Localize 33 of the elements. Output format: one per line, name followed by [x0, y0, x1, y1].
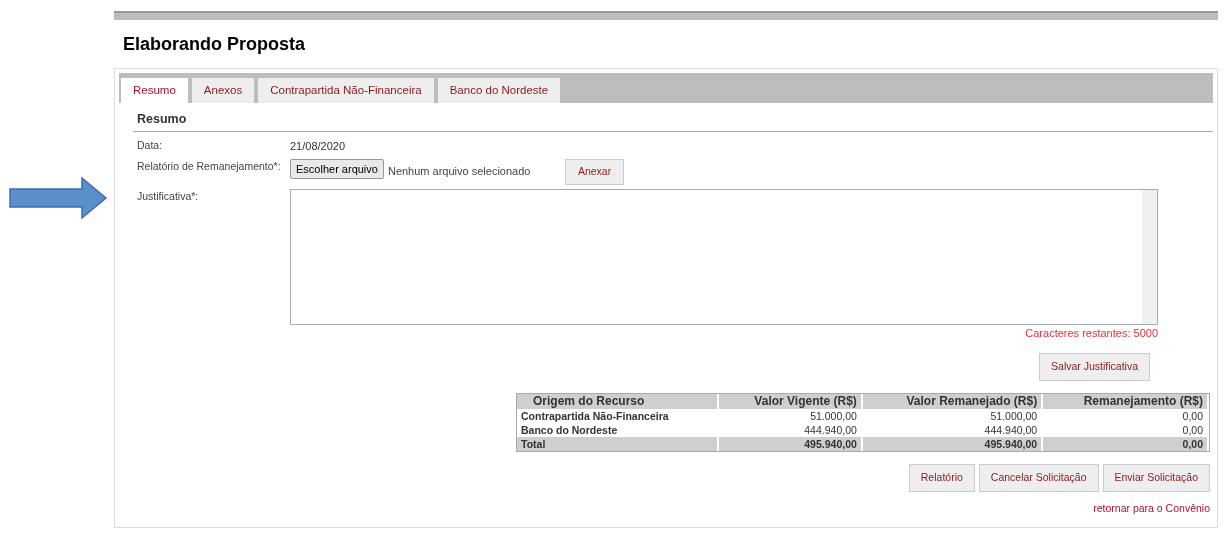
tab[interactable]: Resumo: [121, 77, 188, 103]
table-cell: 495.940,00: [717, 436, 862, 451]
column-header: Valor Vigente (R$): [717, 393, 862, 409]
section-title: Resumo: [137, 110, 188, 128]
tab[interactable]: Contrapartida Não-Financeira: [258, 77, 434, 103]
save-justification-button[interactable]: Salvar Justificativa: [1039, 353, 1150, 381]
table-cell: 0,00: [1042, 408, 1208, 423]
action-button[interactable]: Enviar Solicitação: [1102, 463, 1210, 492]
action-button[interactable]: Relatório: [908, 463, 975, 492]
table-cell: Contrapartida Não-Financeira: [517, 408, 718, 423]
field-label: Relatório de Remanejamento*:: [137, 158, 282, 174]
tab[interactable]: Anexos: [191, 77, 255, 103]
table-cell: 0,00: [1042, 436, 1208, 451]
action-button[interactable]: Cancelar Solicitação: [978, 463, 1099, 492]
date-value: 21/08/2020: [290, 139, 346, 155]
table-cell: 51.000,00: [717, 408, 862, 423]
column-header: Origem do Recurso: [517, 393, 718, 409]
file-status: Nenhum arquivo selecionado: [387, 163, 532, 179]
table-cell: 51.000,00: [861, 408, 1043, 423]
column-header: Valor Remanejado (R$): [861, 393, 1043, 409]
choose-file-button[interactable]: Escolher arquivo: [290, 158, 384, 180]
field-label: Data:: [137, 138, 164, 154]
field-label: Justificativa*:: [137, 188, 200, 204]
remaining-characters: Caracteres restantes: 5000: [1024, 325, 1158, 341]
return-link[interactable]: retornar para o Convênio: [1093, 501, 1210, 514]
arrow-icon: [8, 176, 108, 220]
justification-field[interactable]: [290, 188, 1158, 325]
column-header: Remanejamento (R$): [1042, 393, 1208, 409]
attach-button[interactable]: Anexar: [564, 158, 625, 185]
table-cell: 495.940,00: [861, 436, 1043, 451]
page-title: Elaborando Proposta: [123, 34, 307, 56]
table-cell: Total: [517, 436, 718, 451]
tab[interactable]: Banco do Nordeste: [437, 77, 561, 103]
